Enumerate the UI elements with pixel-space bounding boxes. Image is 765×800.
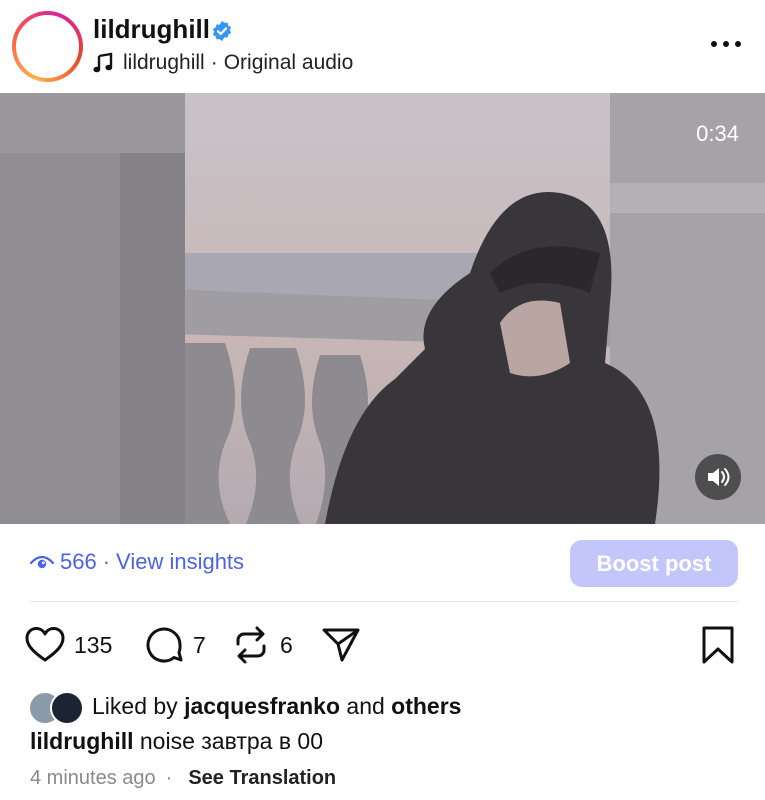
meta-separator: · xyxy=(165,767,173,789)
see-translation-link[interactable]: See Translation xyxy=(188,767,336,790)
boost-post-button[interactable]: Boost post xyxy=(570,540,738,587)
heart-icon[interactable] xyxy=(24,624,66,666)
share-action[interactable] xyxy=(320,623,362,667)
repost-icon[interactable] xyxy=(230,624,272,666)
repost-count[interactable]: 6 xyxy=(280,632,293,659)
views-eye-icon xyxy=(30,555,54,569)
audio-title[interactable]: Original audio xyxy=(224,51,354,75)
audio-separator: · xyxy=(210,51,218,74)
like-action[interactable]: 135 xyxy=(24,623,112,667)
audio-author[interactable]: lildrughill xyxy=(123,51,205,75)
music-note-icon xyxy=(93,52,113,73)
video-duration: 0:34 xyxy=(696,121,739,146)
post-header: lildrughill lildrughill · Original audio xyxy=(0,0,765,93)
post-username[interactable]: lildrughill xyxy=(93,14,210,45)
liked-by-prefix: Liked by xyxy=(92,692,178,719)
insights-row[interactable]: 566 · View insights xyxy=(30,549,244,575)
caption-username[interactable]: lildrughill xyxy=(30,728,134,754)
liked-by-others[interactable]: others xyxy=(391,693,461,720)
liker-avatar xyxy=(50,691,84,725)
mute-button[interactable] xyxy=(695,454,741,500)
profile-avatar[interactable] xyxy=(12,11,83,82)
like-count[interactable]: 135 xyxy=(74,632,112,659)
share-icon[interactable] xyxy=(320,624,362,666)
views-count: 566 xyxy=(60,549,97,574)
comment-action[interactable]: 7 xyxy=(143,623,206,667)
liked-by-row[interactable]: Liked by jacquesfranko and others xyxy=(28,688,461,725)
speaker-icon xyxy=(708,468,730,486)
post-meta: 4 minutes ago · See Translation xyxy=(30,767,336,790)
liked-by-conjunction: and xyxy=(346,692,385,719)
liked-by-user[interactable]: jacquesfranko xyxy=(184,693,340,720)
post-caption: lildrughill noise завтра в 00 xyxy=(30,728,323,755)
video-player[interactable]: 0:34 xyxy=(0,93,765,524)
bookmark-icon[interactable] xyxy=(698,624,738,666)
view-insights-link[interactable]: View insights xyxy=(116,549,244,575)
divider xyxy=(30,601,738,602)
caption-text: noise завтра в 00 xyxy=(139,728,324,754)
comment-count[interactable]: 7 xyxy=(193,632,206,659)
repost-action[interactable]: 6 xyxy=(230,623,293,667)
avatar-image xyxy=(16,15,79,78)
video-frame xyxy=(0,93,765,524)
comment-icon[interactable] xyxy=(143,624,185,666)
audio-row[interactable]: lildrughill · Original audio xyxy=(93,50,353,76)
insights-separator: · xyxy=(102,549,111,574)
more-options-icon[interactable] xyxy=(708,32,744,56)
liked-by-avatars xyxy=(28,689,86,725)
post-timestamp: 4 minutes ago xyxy=(30,767,156,789)
verified-badge-icon xyxy=(212,20,232,42)
